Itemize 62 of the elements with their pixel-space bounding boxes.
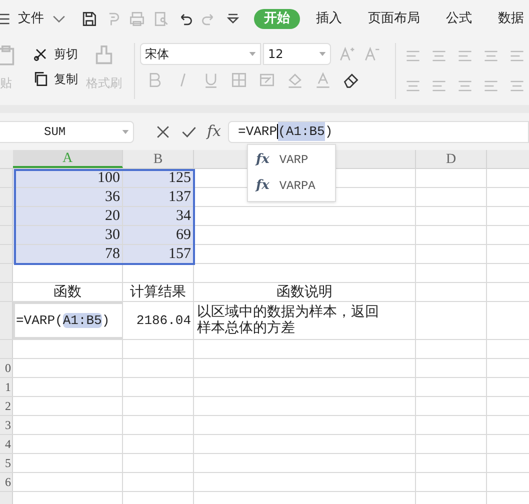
increase-font-icon[interactable] bbox=[338, 45, 356, 63]
column-header[interactable]: D bbox=[416, 150, 487, 168]
cell-text: 函数 bbox=[54, 284, 82, 302]
row-header[interactable] bbox=[0, 264, 13, 282]
ribbon-tab[interactable]: 公式 bbox=[436, 9, 482, 29]
fill-color-icon[interactable] bbox=[286, 71, 304, 89]
eraser-icon[interactable] bbox=[342, 71, 360, 89]
print-icon[interactable] bbox=[128, 10, 146, 28]
font-color-icon[interactable] bbox=[314, 71, 332, 89]
row-header[interactable] bbox=[0, 245, 13, 263]
formula-input[interactable]: =VARP(A1:B5) bbox=[228, 120, 529, 142]
cell-text: 36 bbox=[105, 188, 121, 207]
row-header[interactable]: 1 bbox=[0, 378, 13, 396]
font-size-select[interactable]: 12 bbox=[263, 43, 331, 65]
print-preview-icon[interactable] bbox=[152, 10, 170, 28]
cell-text: 20 bbox=[105, 206, 121, 226]
ribbon-tab[interactable]: 插入 bbox=[306, 9, 352, 29]
cell-text: 100 bbox=[98, 168, 121, 188]
ribbon-tab[interactable]: 页面布局 bbox=[358, 9, 430, 29]
row-header[interactable]: 6 bbox=[0, 473, 13, 491]
save-icon[interactable] bbox=[80, 10, 98, 28]
copy-icon[interactable] bbox=[32, 70, 50, 88]
insert-function-button[interactable]: fx bbox=[207, 120, 222, 143]
cell-text: 69 bbox=[176, 226, 192, 245]
row-header[interactable] bbox=[0, 226, 13, 244]
dropdown-arrow-icon[interactable] bbox=[122, 130, 129, 134]
row-header[interactable]: 4 bbox=[0, 435, 13, 453]
row-header[interactable] bbox=[0, 340, 13, 358]
row-header[interactable]: 3 bbox=[0, 416, 13, 434]
dropdown-arrow-icon[interactable] bbox=[249, 52, 256, 56]
function-suggestion[interactable]: fx VARPA bbox=[248, 173, 335, 199]
name-box[interactable]: SUM bbox=[0, 120, 134, 142]
copy-label[interactable]: 复制 bbox=[54, 70, 78, 88]
cell-text: 137 bbox=[168, 188, 192, 207]
row-header[interactable]: 2 bbox=[0, 397, 13, 415]
column-header[interactable]: B bbox=[123, 150, 194, 168]
row-header[interactable] bbox=[0, 188, 13, 206]
ribbon-tab[interactable]: 数据 bbox=[488, 9, 529, 29]
row-header[interactable] bbox=[0, 169, 13, 187]
cut-label[interactable]: 剪切 bbox=[54, 45, 78, 63]
cell-text: 34 bbox=[176, 206, 192, 226]
row-header[interactable]: 5 bbox=[0, 454, 13, 472]
borders-icon[interactable] bbox=[230, 71, 248, 89]
cell-text: =VARP(A1:B5) bbox=[16, 312, 110, 330]
dropdown-arrow-icon[interactable] bbox=[319, 52, 326, 56]
cell-text: 78 bbox=[105, 244, 121, 264]
row-header[interactable]: 0 bbox=[0, 359, 13, 377]
decrease-font-icon[interactable] bbox=[363, 45, 381, 63]
cell-text: 30 bbox=[105, 226, 121, 245]
cell-text: 计算结果 bbox=[130, 284, 186, 302]
cell-text: 157 bbox=[168, 244, 192, 264]
font-select[interactable]: 宋体 bbox=[140, 43, 261, 65]
cell-text: 函数说明 bbox=[276, 284, 332, 302]
cell-text: 2186.04 bbox=[136, 312, 192, 330]
file-menu[interactable]: 文件 bbox=[18, 9, 44, 29]
cell-text: 以区域中的数据为样本，返回样本总体的方差 bbox=[196, 304, 380, 336]
function-suggestion[interactable]: fx VARP bbox=[248, 147, 335, 173]
cell-text: 125 bbox=[168, 168, 192, 188]
row-header[interactable] bbox=[0, 302, 13, 339]
row-header[interactable] bbox=[0, 283, 13, 301]
cell-style-icon[interactable] bbox=[258, 71, 276, 89]
row-header[interactable] bbox=[0, 207, 13, 225]
